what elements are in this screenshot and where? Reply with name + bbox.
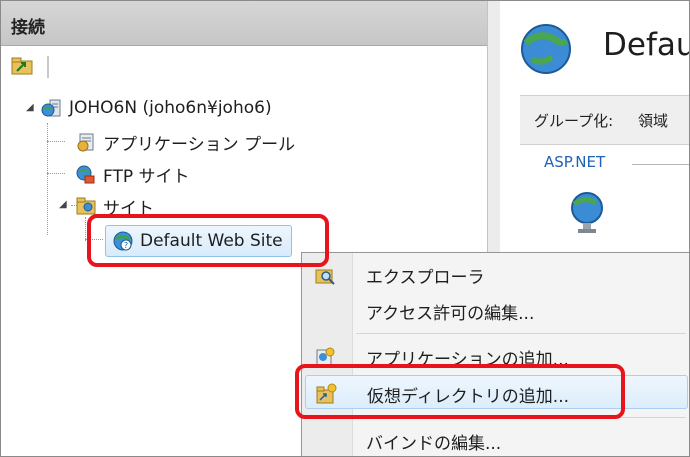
tree-node-label: アプリケーション プール — [103, 134, 296, 155]
tree-node-ftp-sites[interactable]: FTP サイト — [75, 159, 190, 189]
collapse-arrow-icon[interactable]: ◢ — [26, 102, 34, 113]
page-title: Defau — [603, 27, 690, 63]
menu-item-edit-permissions[interactable]: アクセス許可の編集... — [302, 293, 689, 327]
menu-item-edit-bindings[interactable]: バインドの編集... — [302, 423, 689, 456]
tree-connector — [47, 123, 48, 235]
menu-item-label: エクスプローラ — [366, 268, 485, 288]
tree-node-label: FTP サイト — [103, 166, 190, 187]
menu-separator — [356, 333, 686, 334]
explorer-icon — [315, 269, 335, 285]
ftp-site-icon — [76, 165, 95, 184]
annotation-highlight-default-site — [87, 214, 329, 267]
application-pool-icon — [77, 133, 94, 152]
section-header-aspnet: ASP.NET — [544, 153, 606, 171]
group-by-label: グループ化: — [534, 112, 614, 130]
aspnet-feature-icon[interactable] — [568, 191, 606, 235]
tree-connector — [47, 141, 65, 142]
server-icon — [41, 99, 61, 117]
annotation-highlight-virtual-directory — [295, 364, 625, 419]
tree-connector — [47, 173, 65, 174]
collapse-arrow-icon[interactable]: ◢ — [59, 199, 67, 210]
connections-title: 接続 — [11, 18, 45, 38]
site-globe-icon — [521, 24, 571, 74]
connections-toolbar — [1, 46, 487, 92]
group-by-bar: グループ化: 領域 — [520, 95, 689, 145]
connect-to-server-icon[interactable] — [11, 57, 33, 75]
menu-item-label: アクセス許可の編集... — [366, 304, 535, 324]
tree-node-server[interactable]: JOHO6N (joho6n¥joho6) — [41, 93, 272, 123]
iis-manager-window: 接続 ◢ JOHO6N (joho6n¥joho6) アプリケーション プール … — [0, 0, 690, 457]
menu-item-label: バインドの編集... — [366, 434, 502, 454]
tree-node-app-pools[interactable]: アプリケーション プール — [75, 127, 295, 157]
section-divider — [632, 164, 689, 165]
tree-node-label: JOHO6N (joho6n¥joho6) — [69, 98, 272, 118]
group-by-select[interactable]: 領域 — [638, 110, 668, 131]
context-menu: エクスプローラ アクセス許可の編集... アプリケーションの追加... 仮想ディ… — [301, 252, 689, 456]
toolbar-separator — [47, 56, 49, 78]
connections-header: 接続 — [1, 1, 487, 46]
menu-item-explorer[interactable]: エクスプローラ — [302, 257, 689, 291]
